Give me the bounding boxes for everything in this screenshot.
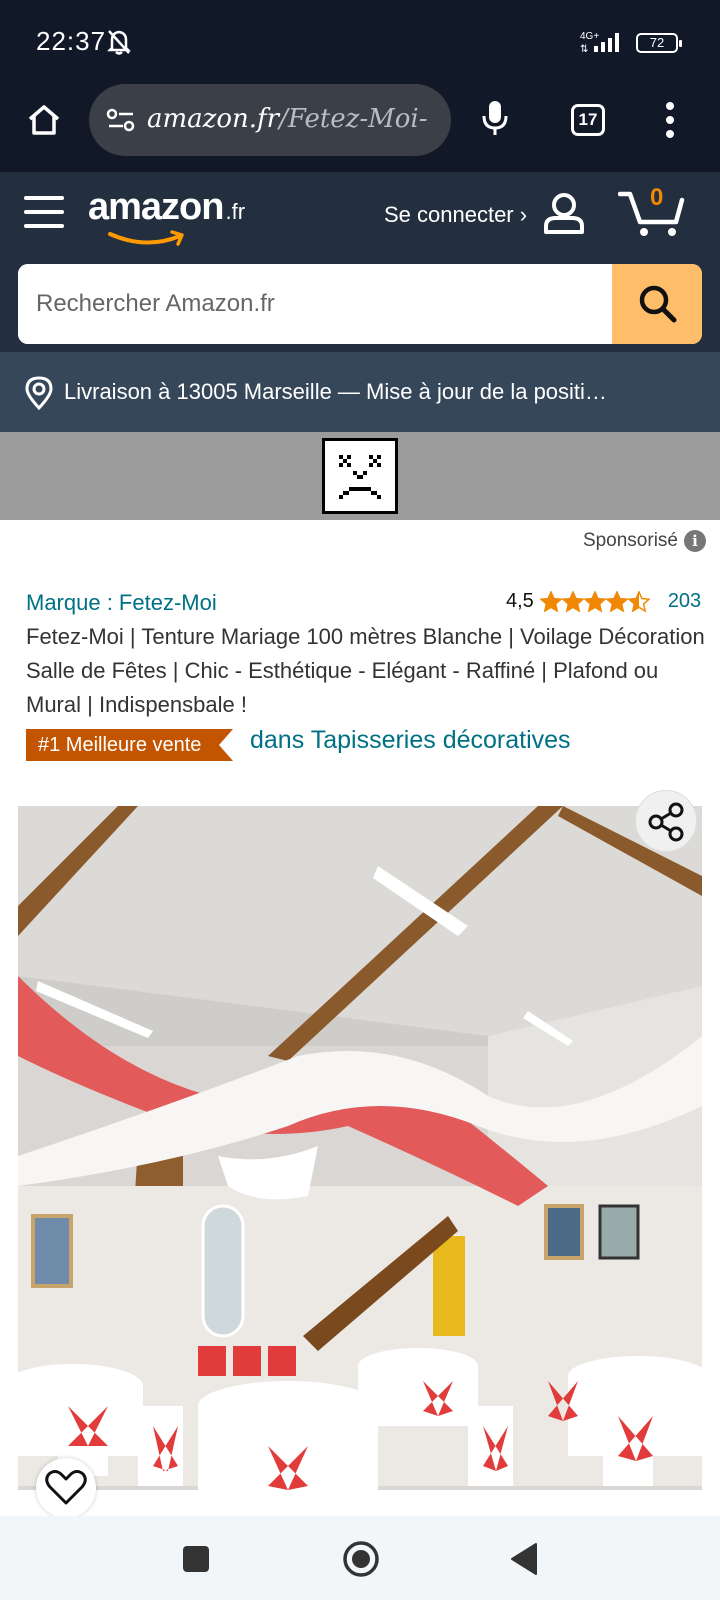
recents-icon[interactable] — [183, 1546, 209, 1572]
menu-icon[interactable] — [24, 196, 64, 230]
heart-icon[interactable] — [36, 1458, 96, 1518]
back-icon[interactable] — [510, 1542, 538, 1581]
status-bar: 22:37 4G+ ⇅ 72 — [0, 0, 720, 84]
rating-stars — [539, 590, 650, 613]
sponsored-text: Sponsorisé — [582, 530, 678, 551]
site-settings-icon[interactable] — [105, 106, 137, 139]
url-host: amazon.fr — [147, 104, 280, 134]
location-pin-icon — [24, 376, 54, 415]
signin-link[interactable]: Se connecter › — [384, 202, 527, 228]
rating-count[interactable]: 203 — [668, 590, 701, 613]
user-icon[interactable] — [540, 190, 588, 243]
brand-link[interactable]: Marque : Fetez-Moi — [26, 590, 217, 616]
search-bar — [18, 264, 702, 344]
more-vert-icon[interactable] — [664, 100, 676, 145]
star-icon — [583, 590, 606, 613]
delivery-location-text: Livraison à 13005 Marseille — Mise à jou… — [64, 379, 607, 404]
logo-text: amazon — [88, 186, 224, 228]
search-button[interactable] — [612, 264, 702, 344]
logo-tld: .fr — [225, 199, 246, 224]
best-seller-category-link[interactable]: dans Tapisseries décoratives — [250, 726, 571, 755]
browser-toolbar: amazon.fr/Fetez-Moi- 17 — [0, 84, 720, 172]
amazon-header: amazon.fr Se connecter › 0 — [0, 172, 720, 352]
cart-icon[interactable]: 0 — [617, 184, 690, 238]
info-icon[interactable]: i — [684, 530, 706, 552]
cart-count: 0 — [650, 184, 664, 211]
mic-icon[interactable] — [480, 98, 510, 143]
url-text: amazon.fr/Fetez-Moi- — [147, 104, 437, 134]
product-photo[interactable] — [18, 806, 702, 1490]
ad-slot[interactable] — [0, 432, 720, 520]
search-input[interactable] — [18, 264, 610, 344]
signal-icon: 4G+ ⇅ — [580, 30, 630, 61]
home-icon[interactable] — [24, 100, 64, 140]
amazon-logo[interactable]: amazon.fr — [88, 186, 246, 246]
share-icon[interactable] — [635, 790, 697, 852]
address-bar[interactable]: amazon.fr/Fetez-Moi- — [89, 84, 451, 156]
best-seller-badge: #1 Meilleure vente — [26, 729, 234, 761]
search-icon — [639, 285, 677, 322]
url-path: /Fetez-Moi- — [279, 104, 428, 134]
amazon-smile-icon — [108, 230, 184, 246]
rating-value: 4,5 — [506, 590, 534, 612]
status-time: 22:37 — [36, 26, 107, 56]
battery-icon: 72 — [636, 33, 682, 53]
network-type: 4G+ — [580, 31, 599, 42]
system-nav-bar — [0, 1516, 720, 1600]
tabs-icon[interactable]: 17 — [571, 104, 605, 136]
sponsored-label[interactable]: Sponsorisé i — [583, 530, 706, 552]
product-title[interactable]: Fetez-Moi | Tenture Mariage 100 mètres B… — [26, 620, 706, 722]
star-icon — [539, 590, 562, 613]
svg-text:⇅: ⇅ — [580, 44, 588, 55]
home-circle-icon[interactable] — [342, 1540, 380, 1583]
product-rating[interactable]: 4,5 203 — [506, 590, 701, 613]
bell-off-icon — [106, 28, 132, 61]
star-icon — [605, 590, 628, 613]
star-icon — [561, 590, 584, 613]
star-icon — [627, 590, 650, 613]
delivery-location-bar[interactable]: Livraison à 13005 Marseille — Mise à jou… — [0, 352, 720, 432]
broken-image-icon — [322, 438, 398, 514]
